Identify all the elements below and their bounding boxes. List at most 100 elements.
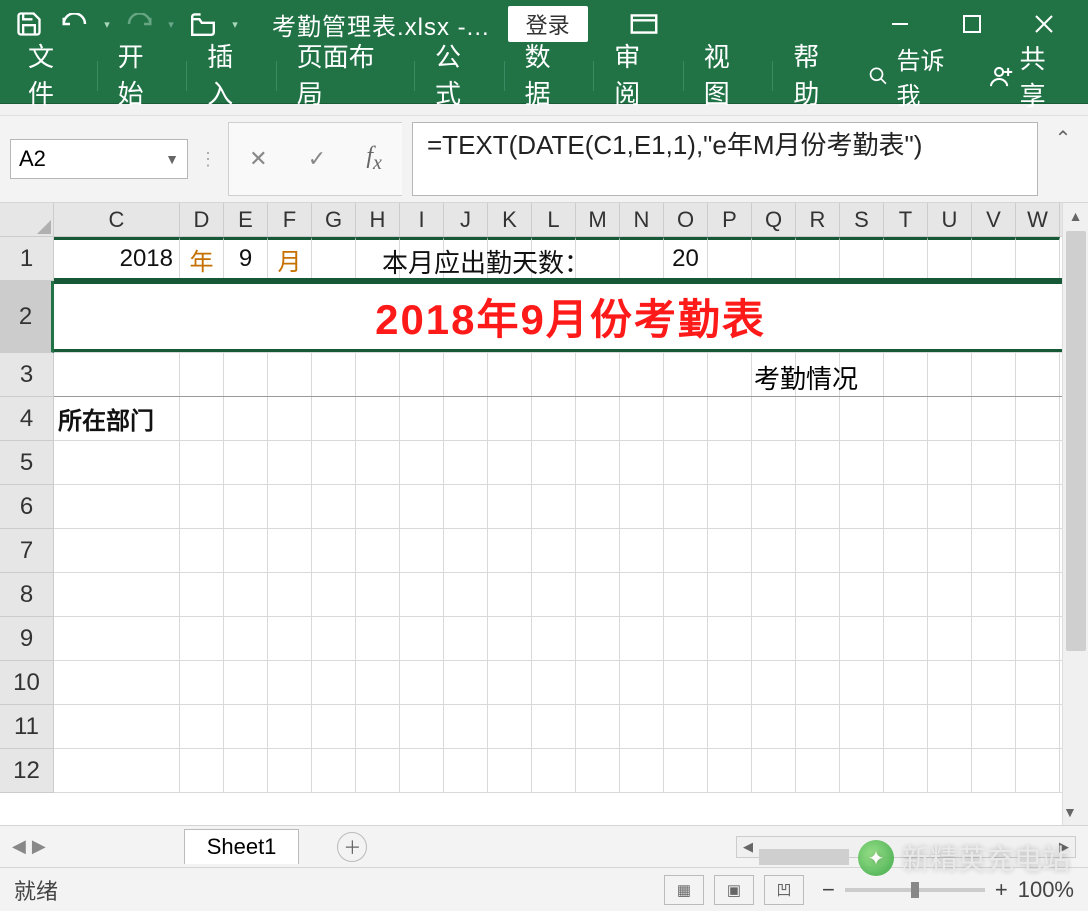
cell[interactable]: [972, 661, 1016, 704]
cell[interactable]: [180, 397, 224, 440]
cell[interactable]: [488, 529, 532, 572]
cell[interactable]: [708, 529, 752, 572]
cell[interactable]: [752, 705, 796, 748]
cell[interactable]: [180, 705, 224, 748]
cell[interactable]: [1016, 353, 1060, 396]
cell[interactable]: [928, 661, 972, 704]
cell[interactable]: [576, 661, 620, 704]
cell[interactable]: [400, 353, 444, 396]
cell[interactable]: [708, 573, 752, 616]
cell[interactable]: [796, 705, 840, 748]
cell[interactable]: [972, 237, 1016, 278]
prev-sheet-button[interactable]: ◀: [12, 836, 26, 857]
col-header[interactable]: D: [180, 203, 224, 236]
cell[interactable]: [444, 705, 488, 748]
col-header[interactable]: M: [576, 203, 620, 236]
cell[interactable]: [972, 397, 1016, 440]
cell[interactable]: [664, 353, 708, 396]
cell[interactable]: [972, 749, 1016, 792]
cell[interactable]: [840, 397, 884, 440]
row-header[interactable]: 4: [0, 397, 54, 441]
cell[interactable]: [532, 441, 576, 484]
cell[interactable]: [796, 749, 840, 792]
cell[interactable]: [400, 749, 444, 792]
cell[interactable]: [224, 353, 268, 396]
row-header[interactable]: 8: [0, 573, 54, 617]
cell[interactable]: [54, 661, 180, 704]
cell[interactable]: [268, 397, 312, 440]
cell[interactable]: [796, 397, 840, 440]
cell[interactable]: [972, 617, 1016, 660]
tab-insert[interactable]: 插入: [193, 31, 270, 121]
cell[interactable]: [532, 529, 576, 572]
cell[interactable]: [268, 485, 312, 528]
cell[interactable]: [444, 661, 488, 704]
cell[interactable]: [620, 749, 664, 792]
cell[interactable]: [444, 397, 488, 440]
cell[interactable]: 所在部门: [54, 397, 180, 440]
expand-formula-bar-button[interactable]: ⌃: [1048, 122, 1078, 196]
cell[interactable]: [180, 485, 224, 528]
next-sheet-button[interactable]: ▶: [32, 836, 46, 857]
cell[interactable]: [620, 573, 664, 616]
cell[interactable]: [532, 749, 576, 792]
cell[interactable]: [224, 749, 268, 792]
share-button[interactable]: 共享: [989, 39, 1068, 113]
cell[interactable]: [928, 749, 972, 792]
cell[interactable]: [356, 353, 400, 396]
cell[interactable]: [488, 573, 532, 616]
cell[interactable]: [356, 661, 400, 704]
cell[interactable]: [356, 705, 400, 748]
undo-dropdown-icon[interactable]: [100, 18, 114, 31]
cell[interactable]: [620, 441, 664, 484]
chevron-down-icon[interactable]: ▼: [165, 151, 179, 167]
cell[interactable]: [1016, 705, 1060, 748]
cell[interactable]: [576, 617, 620, 660]
cell[interactable]: [312, 485, 356, 528]
cell[interactable]: [54, 353, 180, 396]
cancel-formula-button[interactable]: ✕: [249, 146, 267, 172]
cell[interactable]: [488, 397, 532, 440]
cell[interactable]: [54, 617, 180, 660]
cell[interactable]: [708, 617, 752, 660]
cell[interactable]: [356, 749, 400, 792]
select-all-button[interactable]: [0, 203, 54, 236]
cell[interactable]: [664, 485, 708, 528]
cell[interactable]: [312, 617, 356, 660]
zoom-value[interactable]: 100%: [1018, 877, 1074, 903]
row-header[interactable]: 11: [0, 705, 54, 749]
cell[interactable]: [840, 441, 884, 484]
cell[interactable]: [400, 661, 444, 704]
row-header[interactable]: 10: [0, 661, 54, 705]
cell[interactable]: [532, 661, 576, 704]
cell[interactable]: [752, 573, 796, 616]
col-header[interactable]: F: [268, 203, 312, 236]
row-header[interactable]: 2: [0, 281, 54, 353]
tab-view[interactable]: 视图: [690, 31, 767, 121]
zoom-control[interactable]: − + 100%: [822, 877, 1074, 903]
cell[interactable]: [356, 397, 400, 440]
cell[interactable]: [972, 353, 1016, 396]
name-box[interactable]: A2 ▼: [10, 139, 188, 179]
cell[interactable]: [488, 749, 532, 792]
scroll-left-icon[interactable]: ◀: [737, 839, 759, 855]
cell[interactable]: [444, 617, 488, 660]
cell[interactable]: [972, 441, 1016, 484]
cell[interactable]: [532, 705, 576, 748]
cell[interactable]: [444, 441, 488, 484]
cell[interactable]: [796, 573, 840, 616]
cell[interactable]: [54, 705, 180, 748]
cell[interactable]: [312, 397, 356, 440]
cell[interactable]: [224, 705, 268, 748]
cell[interactable]: [224, 529, 268, 572]
cell[interactable]: [54, 529, 180, 572]
col-header[interactable]: E: [224, 203, 268, 236]
cell[interactable]: [708, 237, 752, 278]
cell[interactable]: [54, 573, 180, 616]
cell[interactable]: [576, 749, 620, 792]
cell[interactable]: [972, 573, 1016, 616]
cell[interactable]: [796, 237, 840, 278]
qat-customize-icon[interactable]: [228, 18, 242, 31]
cell[interactable]: [312, 661, 356, 704]
cell[interactable]: [840, 529, 884, 572]
